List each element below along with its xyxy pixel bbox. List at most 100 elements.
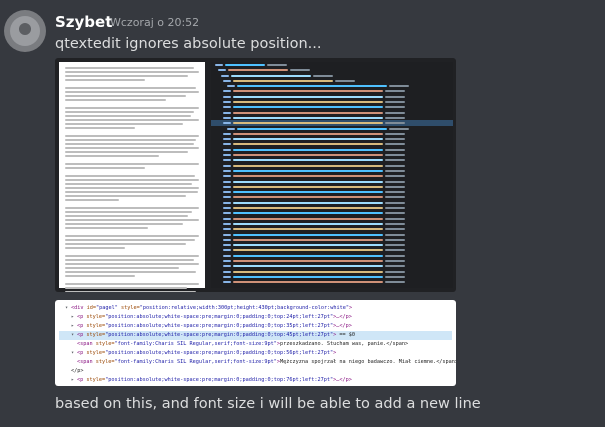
document-line: [65, 243, 186, 245]
document-line: [65, 267, 179, 269]
devtools-token: [223, 185, 231, 188]
document-line: [65, 287, 187, 289]
devtools-token: [385, 244, 405, 247]
devtools-token: [223, 95, 231, 98]
devtools-token: [385, 191, 405, 194]
devtools-token: [385, 169, 405, 172]
devtools-token: [233, 196, 383, 199]
document-line: [65, 111, 194, 113]
devtools-token: [233, 79, 333, 82]
devtools-token: [223, 212, 231, 215]
devtools-token: [233, 111, 383, 114]
screenshot-attachment-2[interactable]: ▾ <div id="pagel" style="position:relativ…: [55, 300, 456, 386]
devtools-token: [385, 159, 405, 162]
document-line: [65, 239, 195, 241]
devtools-token: [223, 159, 231, 162]
devtools-token: [223, 249, 231, 252]
devtools-token: [228, 69, 288, 72]
code-value: "position:absolute;white-space:pre;margi…: [105, 350, 334, 356]
document-line: [65, 143, 194, 145]
document-line: [65, 263, 199, 265]
devtools-token: [223, 281, 231, 284]
document-line: [65, 259, 194, 261]
devtools-token: [227, 127, 235, 130]
code-value: "font-family:Charis SIL Regular,serif;fo…: [114, 341, 277, 347]
devtools-token: [385, 207, 405, 210]
code-line: <span style="font-family:Charis SIL Regu…: [59, 358, 456, 367]
code-line: ▾ <div id="pagel" style="position:relativ…: [59, 304, 452, 313]
code-value: "position:absolute;white-space:pre;margi…: [105, 314, 334, 320]
message-timestamp: Wczoraj o 20:52: [110, 16, 200, 29]
devtools-token: [385, 111, 405, 114]
devtools-token: [223, 132, 231, 135]
document-line: [65, 187, 199, 189]
devtools-token: [385, 148, 405, 151]
devtools-token: [218, 69, 226, 72]
devtools-token: [233, 116, 383, 119]
devtools-token: [385, 175, 405, 178]
document-line: [65, 67, 194, 69]
devtools-line: [211, 279, 453, 284]
avatar-center: [19, 23, 31, 35]
devtools-token: [223, 116, 231, 119]
code-value: "pagel": [96, 305, 118, 311]
devtools-token: [233, 281, 383, 284]
devtools-token: [223, 90, 231, 93]
code-attr: style=: [117, 305, 140, 311]
code-value: "font-family:Charis SIL Regular,serif;fo…: [114, 359, 277, 365]
code-tag-close: >…</p>: [333, 377, 352, 383]
code-value: "position:absolute;white-space:pre;margi…: [105, 377, 334, 383]
code-line: ▾ <p style="position:absolute;white-space…: [59, 331, 452, 340]
devtools-token: [385, 228, 405, 231]
message-text-bottom: based on this, and font size i will be a…: [55, 396, 481, 412]
devtools-token: [385, 122, 405, 125]
devtools-token: [215, 64, 223, 66]
devtools-token: [233, 159, 383, 162]
code-line: </p>: [59, 367, 452, 376]
document-line: [65, 79, 146, 81]
code-attr: style=: [83, 350, 106, 356]
devtools-token: [223, 244, 231, 247]
devtools-token: [233, 207, 383, 210]
document-line: [65, 179, 199, 181]
document-line: [65, 283, 199, 285]
code-line: ▸<p style="position:absolute;white-space…: [59, 313, 452, 322]
user-avatar[interactable]: [4, 10, 46, 52]
devtools-token: [237, 85, 387, 88]
screenshot-attachment-1[interactable]: [55, 58, 456, 292]
devtools-token: [385, 259, 405, 262]
code-attr: style=: [83, 332, 106, 338]
document-line: [65, 115, 191, 117]
code-line: <span style="font-family:Charis SIL Regu…: [59, 340, 452, 349]
devtools-token: [223, 101, 231, 104]
devtools-token: [223, 138, 231, 141]
document-line: [65, 207, 199, 209]
devtools-token: [233, 101, 383, 104]
devtools-token: [233, 154, 383, 157]
document-line: [65, 135, 199, 137]
code-attr: style=: [83, 323, 106, 329]
message-text-top: qtextedit ignores absolute position...: [55, 36, 322, 52]
devtools-token: [233, 122, 383, 125]
devtools-token: [225, 64, 265, 66]
document-line: [65, 71, 199, 73]
code-tag-close: >…</p>: [333, 323, 352, 329]
devtools-elements-preview: [211, 62, 453, 288]
devtools-token: [389, 127, 409, 130]
username[interactable]: Szybet: [55, 13, 112, 31]
document-line: [65, 191, 198, 193]
devtools-token: [233, 138, 383, 141]
code-attr: style=: [92, 359, 115, 365]
code-text: == $0: [336, 332, 355, 338]
document-line: [65, 151, 189, 153]
document-line: [65, 211, 193, 213]
devtools-token: [233, 132, 383, 135]
document-line: [65, 75, 189, 77]
devtools-token: [385, 180, 405, 183]
devtools-token: [223, 265, 231, 268]
devtools-token: [223, 228, 231, 231]
code-tag: <span: [77, 359, 93, 365]
devtools-code-snippet: ▾ <div id="pagel" style="position:relativ…: [59, 304, 456, 386]
devtools-token: [233, 201, 383, 204]
devtools-token: [223, 180, 231, 183]
